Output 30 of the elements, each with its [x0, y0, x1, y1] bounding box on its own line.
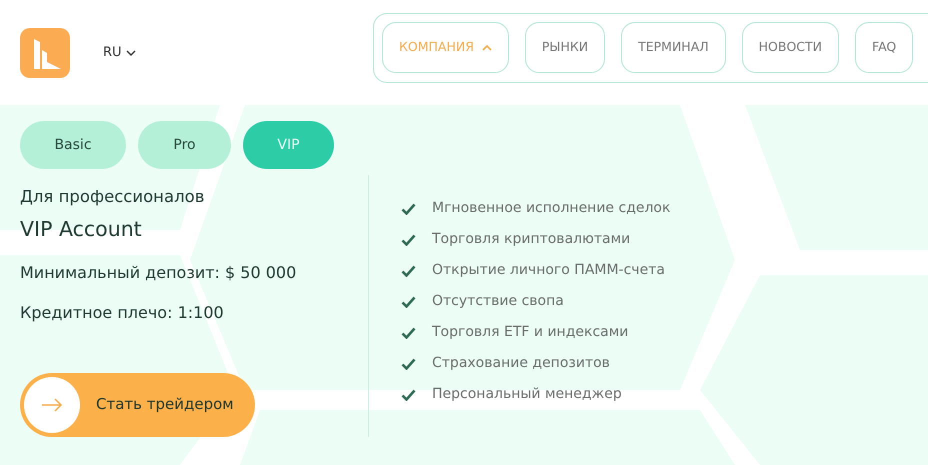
chevron-down-icon	[126, 50, 136, 56]
feature-text: Персональный менеджер	[432, 385, 622, 404]
feature-text: Торговля криптовалютами	[432, 230, 630, 249]
feature-text: Страхование депозитов	[432, 354, 610, 373]
check-icon	[401, 264, 416, 276]
become-trader-button[interactable]: Стать трейдером	[20, 372, 255, 436]
leverage: Кредитное плечо: 1:100	[20, 302, 225, 324]
check-icon	[401, 296, 416, 308]
feature-text: Мгновенное исполнение сделок	[432, 199, 670, 218]
check-icon	[401, 326, 416, 338]
plan-title: VIP Account	[20, 216, 143, 243]
chevron-up-icon	[482, 44, 492, 50]
logo-icon[interactable]	[20, 28, 70, 78]
plan-subtitle: Для профессионалов	[20, 186, 206, 208]
feature-text: Открытие личного ПАММ-счета	[432, 261, 665, 280]
feature-text: Отсутствие свопа	[432, 292, 564, 311]
plan-tab[interactable]: Basic	[20, 121, 126, 169]
feature-text: Торговля ETF и индексами	[432, 323, 628, 342]
plan-tab[interactable]: Pro	[138, 121, 231, 169]
check-icon	[401, 234, 416, 246]
check-icon	[401, 388, 416, 400]
nav-tab[interactable]: FAQ	[855, 22, 914, 73]
nav-tab[interactable]: НОВОСТИ	[742, 22, 840, 73]
language-selector[interactable]: RU	[103, 42, 136, 62]
minimum-deposit: Минимальный депозит: $ 50 000	[20, 262, 298, 284]
check-icon	[401, 202, 416, 214]
arrow-right-icon	[41, 398, 63, 412]
check-icon	[401, 358, 416, 370]
nav-tab[interactable]: ТЕРМИНАЛ	[621, 22, 726, 73]
nav-tab[interactable]: РЫНКИ	[524, 22, 606, 73]
